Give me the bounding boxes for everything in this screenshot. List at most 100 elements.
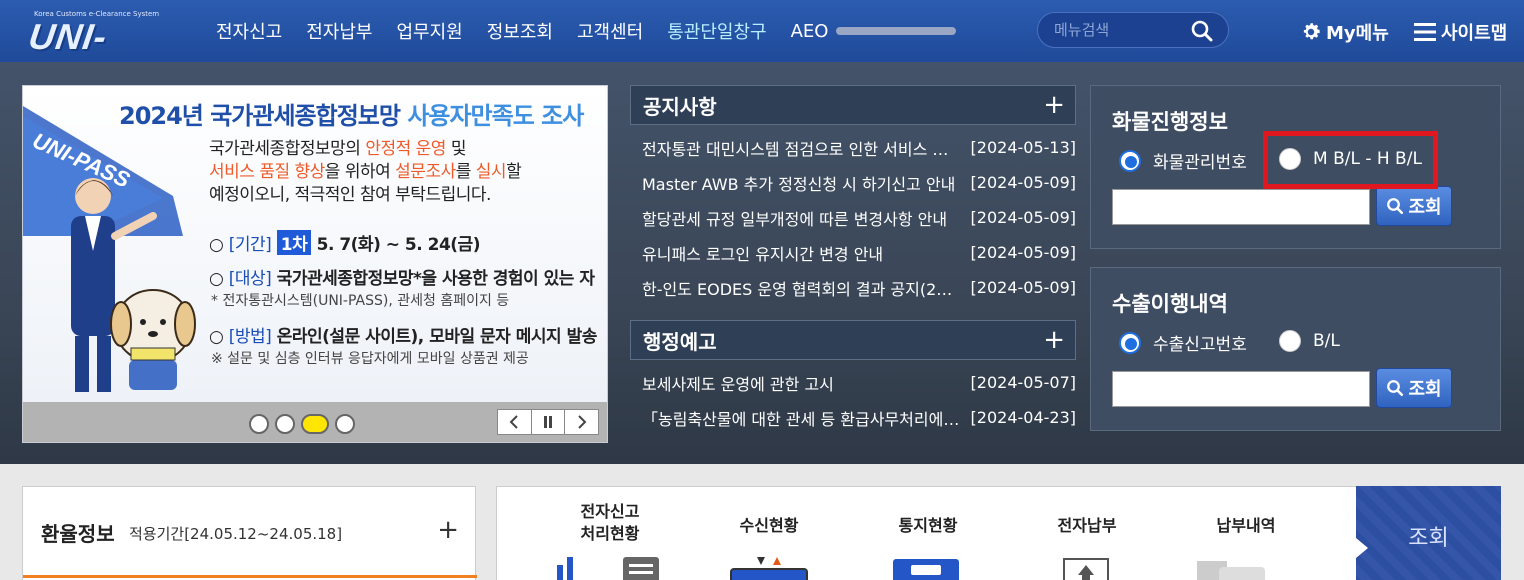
banner-method: ○ [방법] 온라인(설문 사이트), 모바일 문자 메시지 발송: [209, 327, 598, 347]
radio-selected-icon: [1119, 149, 1141, 172]
unipass-logo[interactable]: Korea Customs e-Clearance System UNI-PAS…: [20, 10, 176, 99]
export-query-label: 조회: [1408, 379, 1442, 400]
nav-electronic-declaration[interactable]: 전자신고: [216, 18, 282, 44]
cargo-query-label: 조회: [1408, 197, 1442, 218]
banner-method-note: ※ 설문 및 심층 인터뷰 응답자에게 모바일 상품권 제공: [211, 351, 529, 367]
notice-row[interactable]: 유니패스 로그인 유지시간 변경 안내 [2024-05-09]: [630, 235, 1076, 270]
banner-target-value: 국가관세종합정보망*을 사용한 경험이 있는 자: [276, 269, 595, 289]
gear-icon: [1303, 23, 1320, 40]
export-query-button[interactable]: 조회: [1376, 368, 1452, 408]
quick-payment-history[interactable]: 납부내역: [1181, 515, 1311, 537]
notice-header: 공지사항 +: [630, 85, 1076, 125]
aeo-submenu-bar: [836, 27, 957, 35]
exchange-rate-divider: [23, 575, 477, 578]
exchange-rate-period: 적용기간[24.05.12~24.05.18]: [129, 525, 343, 543]
banner-line3: 예정이오니, 적극적인 참여 부탁드립니다.: [209, 185, 491, 205]
banner-period-label: [기간]: [228, 235, 272, 255]
banner-dot-2[interactable]: [275, 414, 295, 434]
quick-search-label: 조회: [1408, 526, 1449, 551]
banner-dot-4[interactable]: [335, 414, 355, 434]
cargo-radio1-label: 화물관리번호: [1153, 153, 1247, 173]
export-number-input[interactable]: [1112, 371, 1370, 407]
export-history-title: 수출이행내역: [1112, 292, 1228, 316]
my-menu-button[interactable]: My메뉴: [1300, 19, 1389, 45]
export-radio-declaration-number[interactable]: 수출신고번호: [1119, 330, 1247, 355]
menu-search-input[interactable]: [1054, 19, 1184, 41]
notice-row[interactable]: 한-인도 EODES 운영 협력회의 결과 공지(2024) [2024-05-0…: [630, 270, 1076, 305]
main-nav: 전자신고 전자납부 업무지원 정보조회 고객센터 통관단일창구 AEO: [216, 0, 957, 62]
banner-line2-e: 실시: [475, 162, 507, 182]
banner-pause-button[interactable]: [532, 410, 566, 434]
notice-row[interactable]: Master AWB 추가 정정신청 시 하기신고 안내 [2024-05-09]: [630, 165, 1076, 200]
notice-row-title: 유니패스 로그인 유지시간 변경 안내: [642, 244, 884, 264]
nav-single-window[interactable]: 통관단일창구: [667, 18, 766, 44]
export-radio2-label: B/L: [1313, 331, 1340, 351]
cargo-radio-management-number[interactable]: 화물관리번호: [1119, 148, 1247, 173]
banner-line1: 국가관세종합정보망의 안정적 운영 및: [209, 134, 466, 159]
admin-notice-row-title: 「농림축산물에 대한 관세 등 환급사무처리에 관한 고시」: [642, 409, 962, 429]
nav-information-inquiry[interactable]: 정보조회: [487, 18, 553, 44]
admin-notice-row-date: [2024-04-23]: [970, 408, 1076, 427]
banner-line2-a: 서비스 품질 향상: [209, 162, 325, 182]
notice-row-title: 한-인도 EODES 운영 협력회의 결과 공지(2024): [642, 279, 962, 299]
notice-row[interactable]: 할당관세 규정 일부개정에 따른 변경사항 안내 [2024-05-09]: [630, 200, 1076, 235]
quick-notice-status[interactable]: 통지현황: [863, 515, 993, 537]
banner-target: ○ [대상] 국가관세종합정보망*을 사용한 경험이 있는 자: [209, 269, 595, 289]
search-icon[interactable]: [1190, 19, 1214, 43]
banner-line1-b: 안정적 운영: [365, 139, 446, 159]
banner-target-label: [대상]: [228, 269, 272, 289]
chevron-right-icon: [577, 415, 587, 429]
admin-notice-title: 행정예고: [643, 329, 717, 354]
notice-row-title: 전자통관 대민시스템 점검으로 인한 서비스 중단 안내: [642, 139, 962, 159]
exchange-rate-more-button[interactable]: +: [437, 515, 459, 545]
quick-declaration-status[interactable]: 전자신고 처리현황: [545, 501, 675, 545]
my-menu-label: My메뉴: [1326, 23, 1389, 44]
notice-row-date: [2024-05-09]: [970, 208, 1076, 227]
search-icon: [1387, 198, 1404, 215]
admin-notice-row[interactable]: 보세사제도 운영에 관한 고시 [2024-05-07]: [630, 365, 1076, 400]
highlight-box: [1263, 131, 1438, 189]
banner-period: ○ [기간] 1차 5. 7(화) ~ 5. 24(금): [209, 230, 480, 255]
quick-e-payment[interactable]: 전자납부: [1022, 515, 1152, 537]
banner-line1-a: 국가관세종합정보망의: [209, 139, 366, 159]
nav-electronic-payment[interactable]: 전자납부: [306, 18, 372, 44]
banner-dot-3-active[interactable]: [301, 414, 329, 434]
chevron-left-icon: [509, 415, 519, 429]
banner-period-value: 5. 7(화) ~ 5. 24(금): [316, 235, 481, 255]
promo-banner[interactable]: UNI-PASS 2024년 국가관세종합정보망 사용자만족도 조사 국가관세종…: [22, 85, 608, 443]
admin-notice-row[interactable]: 「농림축산물에 대한 관세 등 환급사무처리에 관한 고시」 [2024-04-2…: [630, 400, 1076, 435]
quick-search-button[interactable]: 조회: [1356, 486, 1501, 580]
banner-image: UNI-PASS 2024년 국가관세종합정보망 사용자만족도 조사 국가관세종…: [23, 86, 607, 402]
nav-business-support[interactable]: 업무지원: [397, 18, 463, 44]
top-navigation-bar: Korea Customs e-Clearance System UNI-PAS…: [0, 0, 1524, 99]
banner-method-label: [방법]: [228, 327, 272, 347]
nav-customer-center[interactable]: 고객센터: [577, 18, 643, 44]
export-radio-bl[interactable]: B/L: [1279, 330, 1340, 352]
banner-method-value: 온라인(설문 사이트), 모바일 문자 메시지 발송: [276, 327, 598, 347]
banner-prev-button[interactable]: [498, 410, 532, 434]
export-radio1-label: 수출신고번호: [1153, 335, 1247, 355]
banner-line2: 서비스 품질 향상을 위하여 설문조사를 실시할: [209, 157, 522, 182]
banner-nav-controls: [497, 409, 599, 435]
sitemap-button[interactable]: 사이트맵: [1414, 19, 1507, 45]
receipt-icon: [1197, 561, 1265, 580]
notice-more-button[interactable]: +: [1043, 90, 1065, 120]
banner-title: 2024년 국가관세종합정보망 사용자만족도 조사: [119, 96, 584, 131]
admin-notice-board: 행정예고 + 보세사제도 운영에 관한 고시 [2024-05-07] 「농림축산…: [630, 320, 1076, 435]
cargo-number-input[interactable]: [1112, 189, 1370, 225]
quick-receive-status[interactable]: 수신현황: [704, 515, 834, 537]
banner-line2-c: 설문조사: [395, 162, 456, 182]
exchange-rate-title: 환율정보: [41, 522, 115, 546]
export-history-panel: 수출이행내역 수출신고번호 B/L 조회: [1090, 267, 1501, 431]
cargo-query-button[interactable]: 조회: [1376, 186, 1452, 226]
admin-notice-row-title: 보세사제도 운영에 관한 고시: [642, 374, 834, 394]
admin-notice-more-button[interactable]: +: [1043, 325, 1065, 355]
hamburger-icon: [1414, 23, 1436, 41]
banner-next-button[interactable]: [565, 410, 598, 434]
nav-aeo[interactable]: AEO: [791, 21, 829, 42]
banner-dot-1[interactable]: [249, 414, 269, 434]
banner-title-a: 2024년 국가관세종합정보망: [119, 102, 408, 130]
sitemap-label: 사이트맵: [1441, 23, 1508, 44]
pause-icon: [544, 416, 552, 428]
notice-row[interactable]: 전자통관 대민시스템 점검으로 인한 서비스 중단 안내 [2024-05-13]: [630, 130, 1076, 165]
